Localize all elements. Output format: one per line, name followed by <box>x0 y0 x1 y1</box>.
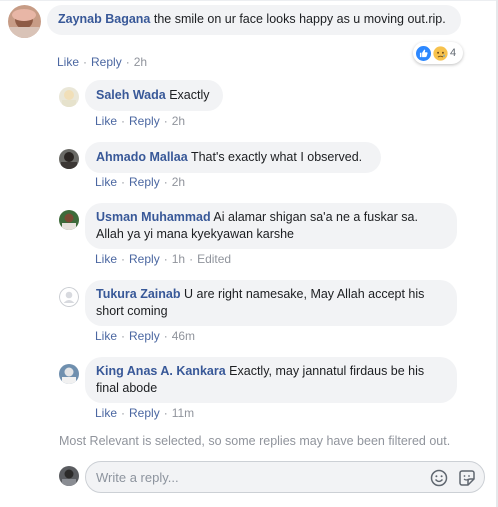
avatar-photo <box>59 210 79 230</box>
reply-bubble: King Anas A. Kankara Exactly, may jannat… <box>85 357 457 403</box>
reply-link[interactable]: Reply <box>129 406 160 420</box>
avatar[interactable] <box>59 210 79 230</box>
separator-dot: · <box>189 252 194 266</box>
reply-author[interactable]: Ahmado Mallaa <box>96 150 188 164</box>
like-link[interactable]: Like <box>57 55 79 69</box>
like-link[interactable]: Like <box>95 406 117 420</box>
reply-composer[interactable] <box>85 461 485 493</box>
separator-dot: · <box>125 55 130 69</box>
like-icon <box>416 45 431 61</box>
separator-dot: · <box>121 114 126 128</box>
reply-actions: Like · Reply · 1h · Edited <box>95 252 231 266</box>
reply-actions: Like · Reply · 46m <box>95 329 195 343</box>
reply-actions: Like · Reply · 2h <box>95 175 185 189</box>
like-link[interactable]: Like <box>95 329 117 343</box>
reply-text: That's exactly what I observed. <box>190 150 363 164</box>
avatar[interactable] <box>8 5 41 38</box>
reply-link[interactable]: Reply <box>129 114 160 128</box>
timestamp[interactable]: 2h <box>172 114 185 128</box>
reply-actions: Like · Reply · 2h <box>95 114 185 128</box>
reply-input[interactable] <box>96 468 416 486</box>
avatar-photo <box>59 87 79 107</box>
reply-bubble: Tukura Zainab U are right namesake, May … <box>85 280 457 326</box>
reply-link[interactable]: Reply <box>91 55 122 69</box>
reply-author[interactable]: Usman Muhammad <box>96 210 211 224</box>
reply-author[interactable]: King Anas A. Kankara <box>96 364 226 378</box>
default-avatar-icon <box>59 287 79 307</box>
reply-actions: Like · Reply · 11m <box>95 406 194 420</box>
timestamp[interactable]: 2h <box>134 55 147 69</box>
separator-dot: · <box>121 252 126 266</box>
comment-bubble: Zaynab Bagana the smile on ur face looks… <box>47 5 461 35</box>
emoji-icon[interactable] <box>429 468 449 488</box>
reply-author[interactable]: Tukura Zainab <box>96 287 181 301</box>
like-link[interactable]: Like <box>95 114 117 128</box>
separator-dot: · <box>83 55 88 69</box>
timestamp[interactable]: 46m <box>172 329 195 343</box>
reply-bubble: Saleh Wada Exactly <box>85 80 223 111</box>
reaction-count: 4 <box>450 47 457 59</box>
separator-dot: · <box>121 406 126 420</box>
top-divider <box>0 0 498 1</box>
edited-label[interactable]: Edited <box>197 252 231 266</box>
reply-author[interactable]: Saleh Wada <box>96 88 166 102</box>
like-link[interactable]: Like <box>95 175 117 189</box>
timestamp[interactable]: 2h <box>172 175 185 189</box>
timestamp[interactable]: 11m <box>172 406 194 420</box>
avatar-photo <box>59 466 79 486</box>
reply-link[interactable]: Reply <box>129 329 160 343</box>
separator-dot: · <box>163 406 168 420</box>
reply-bubble: Usman Muhammad Ai alamar shigan sa'a ne … <box>85 203 457 249</box>
reply-text: Exactly <box>169 88 210 102</box>
comment-actions: Like · Reply · 2h <box>57 55 147 69</box>
avatar[interactable] <box>59 149 79 169</box>
separator-dot: · <box>121 329 126 343</box>
comment-text: the smile on ur face looks happy as u mo… <box>153 12 446 26</box>
sticker-icon[interactable] <box>457 468 477 488</box>
like-link[interactable]: Like <box>95 252 117 266</box>
filter-note: Most Relevant is selected, so some repli… <box>59 434 451 448</box>
separator-dot: · <box>121 175 126 189</box>
avatar[interactable] <box>59 364 79 384</box>
separator-dot: · <box>163 329 168 343</box>
avatar-photo <box>8 5 41 38</box>
avatar-photo <box>59 149 79 169</box>
reply-bubble: Ahmado Mallaa That's exactly what I obse… <box>85 142 381 173</box>
reply-link[interactable]: Reply <box>129 252 160 266</box>
timestamp[interactable]: 1h <box>172 252 185 266</box>
avatar[interactable] <box>59 87 79 107</box>
separator-dot: · <box>163 175 168 189</box>
comment-author[interactable]: Zaynab Bagana <box>58 12 150 26</box>
separator-dot: · <box>163 252 168 266</box>
sad-icon <box>433 45 448 61</box>
separator-dot: · <box>163 114 168 128</box>
avatar-photo <box>59 364 79 384</box>
reaction-badge[interactable]: 4 <box>413 42 464 64</box>
current-user-avatar[interactable] <box>59 466 79 486</box>
reply-link[interactable]: Reply <box>129 175 160 189</box>
avatar[interactable] <box>59 287 79 307</box>
